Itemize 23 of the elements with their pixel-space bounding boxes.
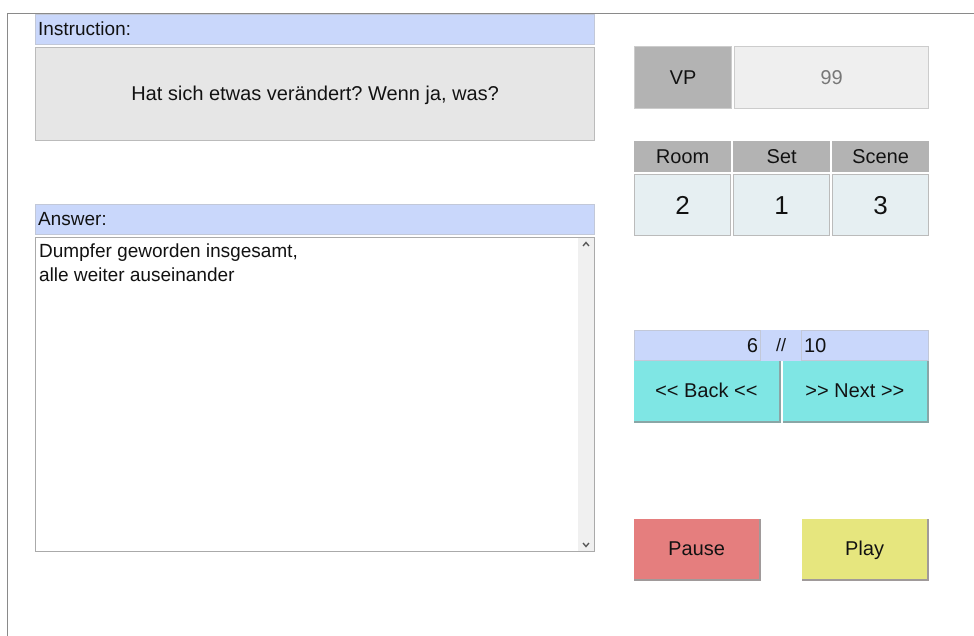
- scrollbar[interactable]: [578, 238, 594, 551]
- play-button[interactable]: Play: [802, 519, 929, 581]
- column-header: Room: [634, 141, 731, 172]
- separator-text: //: [776, 334, 786, 357]
- answer-field[interactable]: Dumpfer geworden insgesamt, alle weiter auseinander: [35, 237, 595, 552]
- location-value-field[interactable]: 3: [832, 174, 929, 236]
- scroll-down-icon[interactable]: [582, 542, 590, 548]
- vp-label: VP: [634, 46, 732, 109]
- location-value-field[interactable]: 1: [733, 174, 830, 236]
- answer-text: Dumpfer geworden insgesamt, alle weiter auseinander: [39, 241, 298, 286]
- scroll-up-icon[interactable]: [582, 241, 590, 247]
- vp-value-field[interactable]: 99: [734, 46, 929, 109]
- instruction-text: Hat sich etwas verändert? Wenn ja, was?: [131, 82, 499, 107]
- column-header: Scene: [832, 141, 929, 172]
- total-number-field[interactable]: 10: [801, 330, 929, 361]
- navigation-button[interactable]: >> Next >>: [782, 361, 929, 423]
- instruction-label: Instruction:: [35, 14, 595, 45]
- navigation-button[interactable]: << Back <<: [634, 361, 780, 423]
- current-number-field[interactable]: 6: [634, 330, 761, 361]
- column-header: Set: [733, 141, 830, 172]
- pause-button[interactable]: Pause: [634, 519, 761, 581]
- answer-label: Answer:: [35, 204, 595, 235]
- location-value-field[interactable]: 2: [634, 174, 731, 236]
